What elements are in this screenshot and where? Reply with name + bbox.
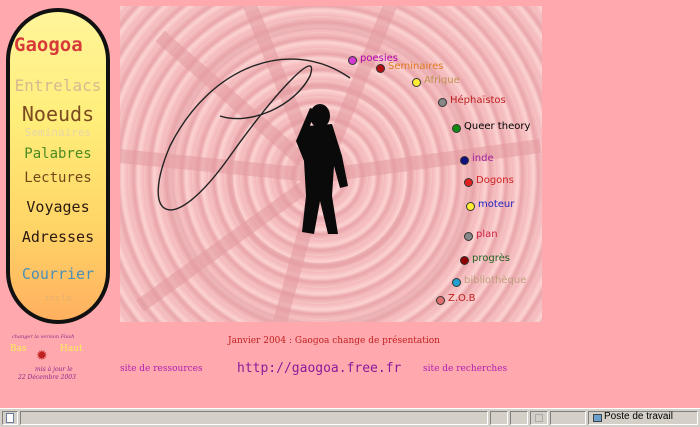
site-url-link[interactable]: http://gaogoa.free.fr <box>237 361 401 376</box>
resources-link[interactable]: site de ressources <box>120 364 203 374</box>
status-zone-label: Poste de travail <box>604 411 673 422</box>
hero-link[interactable]: Seminaires <box>388 61 444 72</box>
hero-link[interactable]: inde <box>472 153 494 164</box>
hero-link-dot-icon[interactable] <box>412 78 421 87</box>
hero-link-dot-icon[interactable] <box>348 56 357 65</box>
hero-link-dot-icon[interactable] <box>376 64 385 73</box>
nav-item-seminaires[interactable]: Seminaires <box>8 126 108 139</box>
status-bar: Poste de travail <box>0 408 700 427</box>
nav-item-courrier[interactable]: Courrier <box>8 265 108 283</box>
status-panel-3 <box>530 411 548 425</box>
hero-link-dot-icon[interactable] <box>464 178 473 187</box>
nav-item-voyages[interactable]: Voyages <box>8 198 108 216</box>
research-link[interactable]: site de recherches <box>423 364 507 374</box>
hero-link[interactable]: moteur <box>478 199 514 210</box>
status-main-panel <box>20 411 488 425</box>
status-panel-1 <box>490 411 508 425</box>
status-panel-2 <box>510 411 528 425</box>
lock-icon <box>535 414 543 422</box>
computer-icon <box>593 414 602 422</box>
site-logo[interactable]: Gaogoa <box>14 34 106 56</box>
status-panel-4 <box>550 411 586 425</box>
hero-link-dot-icon[interactable] <box>436 296 445 305</box>
hero-link[interactable]: Afrique <box>424 75 460 86</box>
hero-link[interactable]: Queer theory <box>464 121 530 132</box>
web-page: Gaogoa Entrelacs Noeuds Seminaires Palabres… <box>0 0 700 408</box>
hero-link[interactable]: bibliothèque <box>464 275 526 286</box>
update-line-2: 22 Décembre 2003 <box>18 374 76 381</box>
star-icon: ✹ <box>36 348 48 364</box>
nav-item-entrelacs[interactable]: Entrelacs <box>8 76 108 95</box>
nav-item-palabres[interactable]: Palabres <box>8 146 108 162</box>
hero-image: poesies Seminaires Afrique Héphaïstos Queer … <box>120 6 542 322</box>
hero-link[interactable]: Z.O.B <box>448 293 476 304</box>
nav-item-adresses[interactable]: Adresses <box>8 228 108 246</box>
hero-link[interactable]: plan <box>476 229 498 240</box>
hero-link-dot-icon[interactable] <box>460 256 469 265</box>
status-icon-box <box>2 411 18 425</box>
hero-link-dot-icon[interactable] <box>464 232 473 241</box>
hero-link[interactable]: progrès <box>472 253 510 264</box>
nav-item-inclo[interactable]: inclo <box>8 294 108 304</box>
hero-link[interactable]: Héphaïstos <box>450 95 506 106</box>
flash-version-link[interactable]: changer la version Flash <box>12 334 75 340</box>
nav-item-noeuds[interactable]: Noeuds <box>8 102 108 126</box>
update-line-1: mis à jour le <box>35 366 73 373</box>
bas-link[interactable]: Bas <box>10 344 27 354</box>
hero-link-dot-icon[interactable] <box>452 124 461 133</box>
hero-link-dot-icon[interactable] <box>466 202 475 211</box>
announcement-text: Janvier 2004 : Gaogoa change de présenta… <box>228 336 440 346</box>
hero-link-dot-icon[interactable] <box>460 156 469 165</box>
page-icon <box>6 413 14 423</box>
nav-item-lectures[interactable]: Lectures <box>8 170 108 186</box>
haut-link[interactable]: Haut <box>60 344 83 354</box>
hero-link-dot-icon[interactable] <box>452 278 461 287</box>
hero-link[interactable]: Dogons <box>476 175 514 186</box>
hero-link-dot-icon[interactable] <box>438 98 447 107</box>
